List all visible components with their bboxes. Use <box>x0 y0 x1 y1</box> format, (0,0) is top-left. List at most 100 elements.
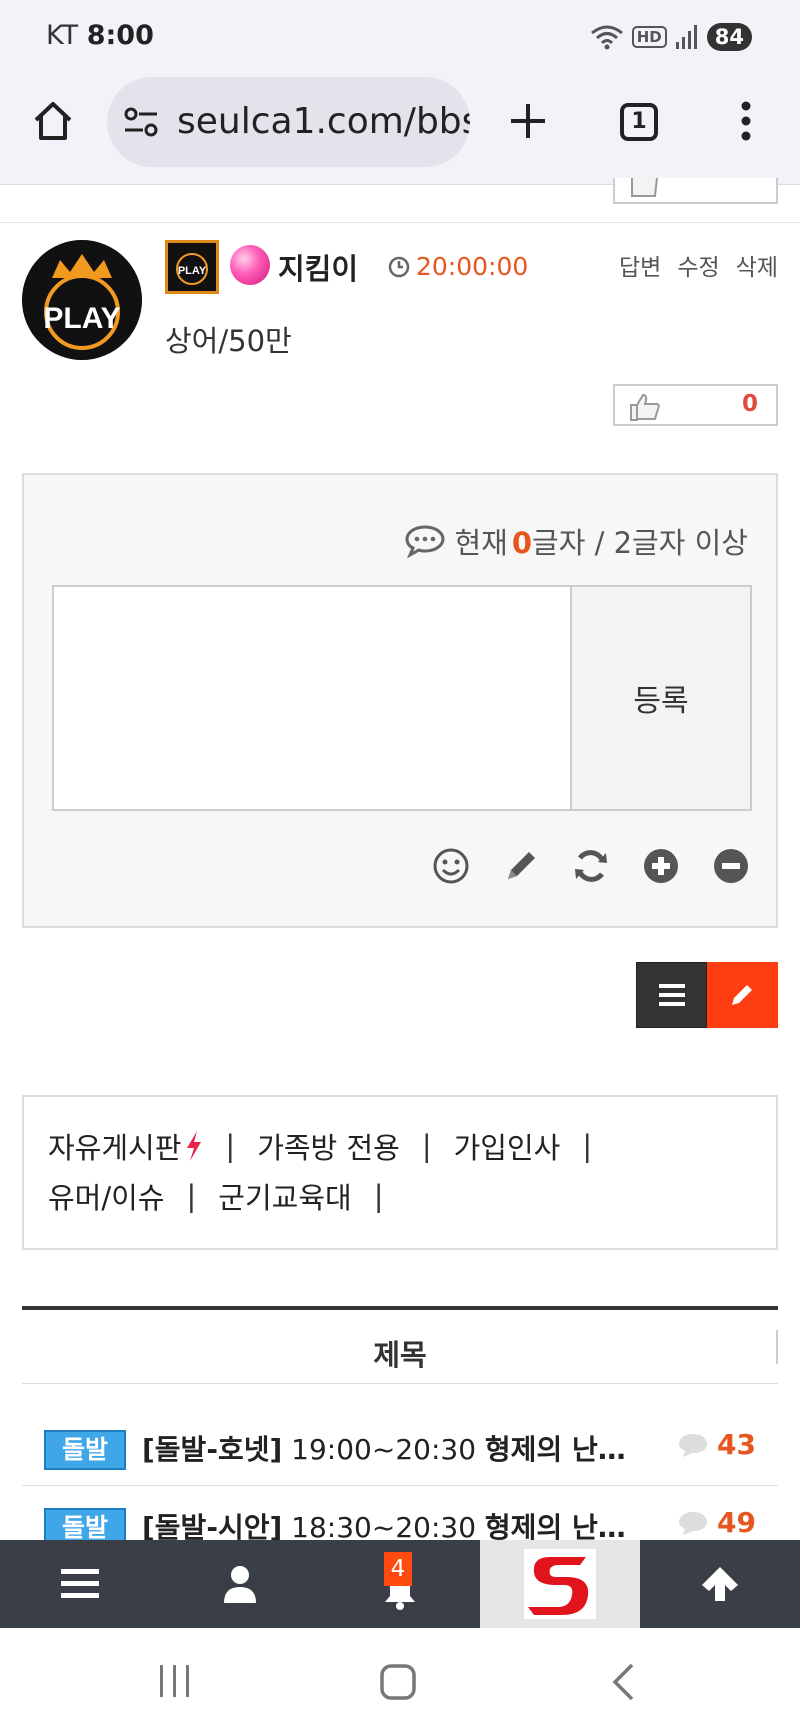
post-subject[interactable]: [돌발-호넷] 19:00~20:30 형제의 난… <box>142 1428 626 1468</box>
menu-icon <box>659 984 685 1006</box>
status-icons: HD 84 <box>590 20 752 54</box>
post-title: 형제의 난… <box>484 1433 626 1466</box>
char-counter: 현재 0글자 / 2글자 이상 <box>404 520 748 562</box>
svg-text:PLAY: PLAY <box>43 302 120 335</box>
prev-like-box[interactable] <box>613 178 778 204</box>
board-link-greeting[interactable]: 가입인사 <box>454 1125 561 1167</box>
post-time: 19:00~20:30 <box>291 1433 477 1466</box>
counter-value: 0 <box>511 526 533 560</box>
board-link-free[interactable]: 자유게시판 <box>48 1125 181 1167</box>
submit-button[interactable]: 등록 <box>570 585 752 811</box>
arrow-up-icon <box>702 1567 738 1601</box>
site-settings-icon[interactable] <box>123 105 159 139</box>
reply-button[interactable]: 답변 <box>619 248 661 282</box>
like-count: 0 <box>741 391 758 417</box>
svg-text:PLAY: PLAY <box>178 265 207 277</box>
refresh-icon[interactable] <box>572 847 610 885</box>
comment-count-value: 43 <box>717 1428 756 1461</box>
like-button[interactable]: 0 <box>613 384 778 426</box>
home-icon[interactable] <box>32 100 74 142</box>
home-button-icon[interactable] <box>380 1664 416 1700</box>
system-nav-bar <box>0 1628 800 1734</box>
comment-actions: 답변 수정 삭제 <box>619 248 778 282</box>
tab-switcher-button[interactable]: 1 <box>620 103 658 141</box>
post-time: 18:30~20:30 <box>291 1511 477 1540</box>
bottom-nav: 4 <box>0 1540 800 1628</box>
carrier-label: KT <box>46 20 79 51</box>
level-badge-icon: PLAY <box>165 240 219 294</box>
write-button[interactable] <box>707 962 778 1028</box>
signal-icon <box>675 25 697 49</box>
board-link-discipline[interactable]: 군기교육대 <box>218 1175 351 1217</box>
battery-indicator: 84 <box>706 23 752 51</box>
delete-button[interactable]: 삭제 <box>736 248 778 282</box>
board-links-row: 자유게시판 | 가족방 전용 | 가입인사 | <box>48 1125 614 1167</box>
url-text: seulca1.com/bbs <box>177 101 470 142</box>
divider <box>0 222 800 223</box>
post-category: [돌발-호넷] <box>142 1433 283 1466</box>
clock: 8:00 <box>86 20 154 51</box>
user-icon <box>224 1566 256 1603</box>
counter-prefix: 현재 <box>454 526 508 560</box>
list-button[interactable] <box>636 962 707 1028</box>
minus-circle-icon[interactable] <box>712 847 750 885</box>
pencil-icon <box>732 985 752 1005</box>
speech-bubble-icon <box>405 525 445 558</box>
board-link-family[interactable]: 가족방 전용 <box>257 1125 400 1167</box>
comment-time: 20:00:00 <box>388 252 528 281</box>
status-bar: KT 8:00 HD 84 <box>0 0 800 75</box>
separator: | <box>225 1129 236 1163</box>
board-links: 자유게시판 | 가족방 전용 | 가입인사 | 유머/이슈 | 군기교육대 | <box>22 1095 778 1250</box>
board-links-row: 유머/이슈 | 군기교육대 | <box>48 1175 405 1217</box>
thumbs-up-icon <box>631 178 658 197</box>
post-category: [돌발-시안] <box>142 1511 283 1540</box>
grade-orb-icon <box>230 245 270 285</box>
nav-profile[interactable] <box>160 1540 320 1628</box>
comment-author[interactable]: 지킴이 <box>278 246 358 288</box>
smile-icon[interactable] <box>432 847 470 885</box>
board-link-humor[interactable]: 유머/이슈 <box>48 1175 165 1217</box>
address-bar[interactable]: seulca1.com/bbs <box>107 77 470 167</box>
browser-toolbar: seulca1.com/bbs 1 <box>0 75 800 185</box>
lightning-icon <box>187 1131 202 1161</box>
more-menu-icon[interactable] <box>736 100 756 142</box>
nav-menu[interactable] <box>0 1540 160 1628</box>
carrier-time: KT 8:00 <box>46 20 154 51</box>
nav-home-logo[interactable] <box>480 1540 640 1628</box>
clock-icon <box>388 256 410 277</box>
wifi-icon <box>590 25 623 50</box>
comment-count-value: 49 <box>717 1506 756 1539</box>
comment-count: 43 <box>677 1428 756 1461</box>
pencil-icon[interactable] <box>502 847 540 885</box>
menu-icon <box>61 1569 99 1598</box>
back-icon[interactable] <box>610 1662 636 1702</box>
post-subject[interactable]: [돌발-시안] 18:30~20:30 형제의 난… <box>142 1506 626 1540</box>
comment-time-text: 20:00:00 <box>416 252 529 281</box>
comment-form: 현재 0글자 / 2글자 이상 등록 <box>22 473 778 928</box>
thumbs-up-icon <box>630 393 660 421</box>
recent-apps-icon[interactable] <box>158 1664 192 1698</box>
scroll-top-button[interactable] <box>640 1540 800 1628</box>
post-title: 형제의 난… <box>484 1511 626 1540</box>
avatar[interactable]: PLAY <box>22 240 142 360</box>
hd-icon: HD <box>631 26 667 48</box>
separator: | <box>582 1129 593 1163</box>
table-row[interactable]: 돌발 [돌발-시안] 18:30~20:30 형제의 난… 49 <box>22 1486 778 1540</box>
category-tag: 돌발 <box>44 1430 126 1470</box>
play-logo-icon: PLAY <box>22 240 142 360</box>
separator: | <box>186 1179 197 1213</box>
counter-suffix: 글자 / 2글자 이상 <box>532 526 748 560</box>
separator: | <box>421 1129 432 1163</box>
comment-textarea[interactable] <box>52 585 572 811</box>
separator: | <box>373 1179 384 1213</box>
divider <box>776 1330 778 1364</box>
category-tag: 돌발 <box>44 1508 126 1540</box>
plus-circle-icon[interactable] <box>642 847 680 885</box>
notification-badge: 4 <box>384 1552 412 1586</box>
table-row[interactable]: 돌발 [돌발-호넷] 19:00~20:30 형제의 난… 43 <box>22 1408 778 1486</box>
table-header: 제목 <box>22 1306 778 1384</box>
column-title: 제목 <box>373 1338 427 1372</box>
comment-bubble-icon <box>679 1433 708 1457</box>
edit-button[interactable]: 수정 <box>677 248 719 282</box>
new-tab-icon[interactable] <box>508 101 548 141</box>
